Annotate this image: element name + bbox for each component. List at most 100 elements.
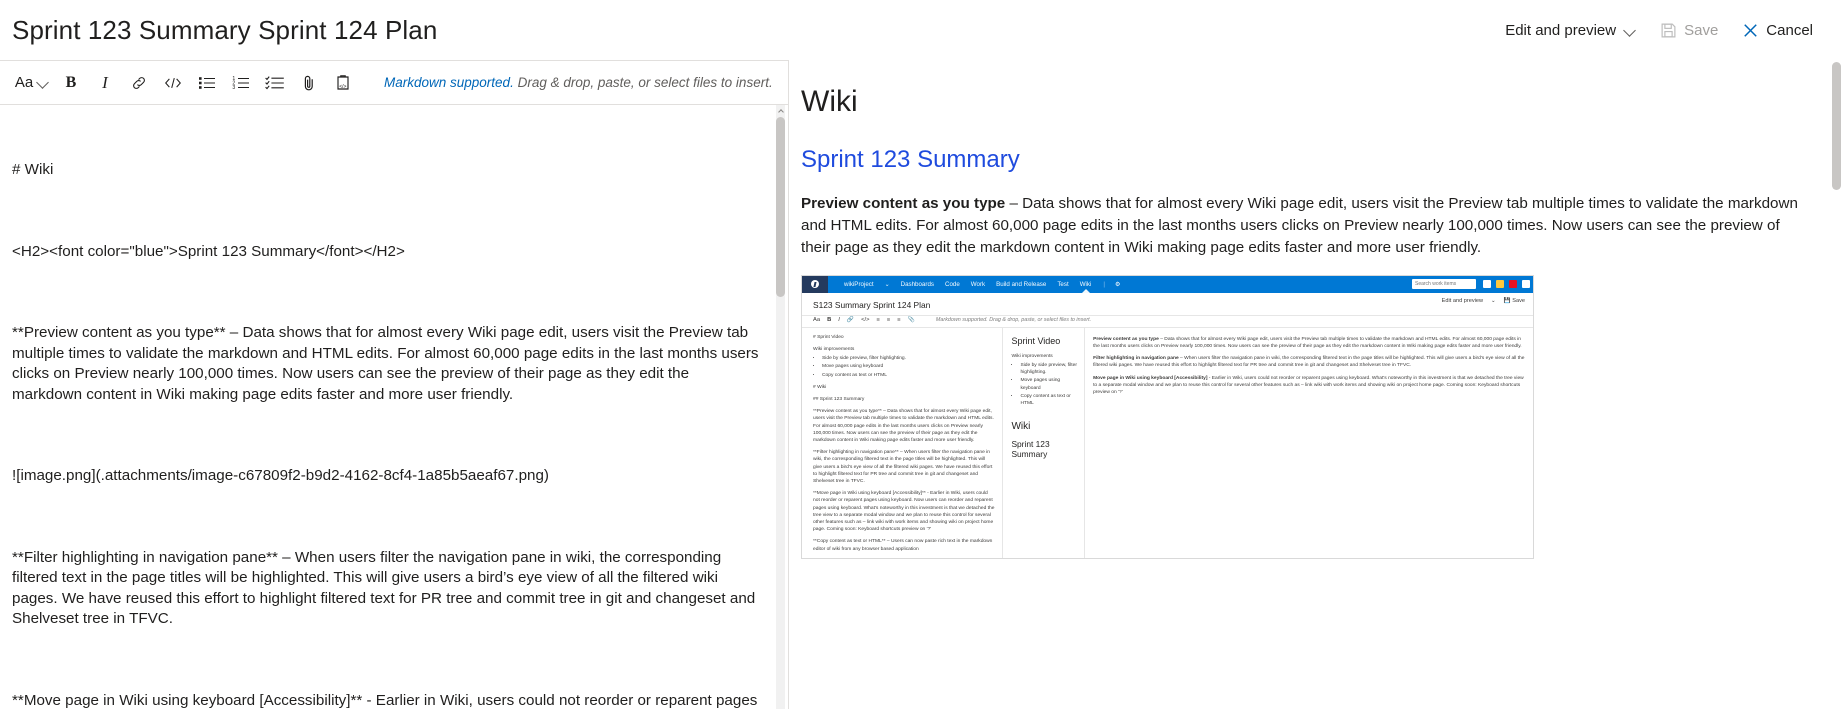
embedded-nav-test[interactable]: Test	[1057, 281, 1068, 288]
embedded-edit-and-preview[interactable]: Edit and preview	[1442, 298, 1483, 304]
help-icon[interactable]	[1509, 280, 1517, 289]
save-button[interactable]: Save	[1648, 16, 1730, 45]
embedded-attachment-icon[interactable]: 📎	[908, 317, 915, 323]
embedded-numbered-list-icon[interactable]: ≡	[887, 317, 890, 323]
embedded-bullet: Copy content as text or HTML	[822, 372, 994, 379]
checklist-icon	[265, 75, 284, 89]
embedded-search-input[interactable]: Search work items	[1412, 279, 1476, 290]
italic-button[interactable]: I	[88, 67, 122, 99]
embedded-project-name[interactable]: wikiProject	[844, 281, 874, 288]
md-line: <H2><font color="blue">Sprint 123 Summar…	[12, 242, 405, 260]
markdown-textarea[interactable]: # Wiki <H2><font color="blue">Sprint 123…	[0, 105, 788, 709]
embedded-bulleted-list-icon[interactable]: ≡	[877, 317, 880, 323]
embedded-preview-column: Preview content as you type – Data shows…	[1085, 328, 1533, 558]
scroll-up-icon[interactable]	[776, 107, 785, 116]
embedded-md-line: # Wiki	[813, 384, 827, 390]
font-size-button[interactable]: Aa	[8, 67, 54, 99]
gear-icon[interactable]: ⚙	[1115, 281, 1121, 288]
embedded-page-title: S123 Summary Sprint 124 Plan	[813, 299, 931, 310]
embedded-nav-build-and-release[interactable]: Build and Release	[996, 281, 1046, 288]
chevron-down-icon[interactable]: ⌄	[885, 281, 890, 288]
embedded-pv-paragraph: Filter highlighting in navigation pane –…	[1093, 355, 1526, 369]
embedded-nav-wiki[interactable]: Wiki	[1080, 281, 1092, 288]
embedded-nav-dashboards[interactable]: Dashboards	[901, 281, 934, 288]
editor-scrollbar[interactable]	[776, 105, 785, 709]
embedded-pv-lead: Preview content as you type	[1093, 336, 1159, 342]
embedded-markdown-column: # Sprint Video Wiki improvements Side by…	[802, 327, 1004, 558]
numbered-list-icon: 1 2 3	[232, 76, 249, 91]
numbered-list-button[interactable]: 1 2 3	[224, 67, 258, 99]
markdown-editor-pane: Aa B I 1 2 3 </> Markdown supported. Dra…	[0, 60, 789, 709]
embedded-nav-code[interactable]: Code	[945, 281, 960, 288]
bulleted-list-button[interactable]	[190, 67, 224, 99]
embedded-md-line: ## Sprint 123 Summary	[813, 397, 865, 403]
search-icon[interactable]	[1483, 280, 1491, 289]
preview-paragraph: Preview content as you type – Data shows…	[801, 193, 1803, 259]
header-actions: Edit and preview Save Cancel	[1493, 16, 1825, 45]
bold-button[interactable]: B	[54, 67, 88, 99]
markdown-hint-rest: Drag & drop, paste, or select files to i…	[513, 75, 773, 90]
embedded-nav-work[interactable]: Work	[971, 281, 985, 288]
preview-scrollbar[interactable]	[1832, 60, 1841, 709]
edit-and-preview-dropdown[interactable]: Edit and preview	[1493, 16, 1648, 45]
cancel-button[interactable]: Cancel	[1730, 16, 1825, 45]
embedded-mid-bullets: Side by side preview, filter highlightin…	[1011, 362, 1078, 407]
link-button[interactable]	[122, 67, 156, 99]
wiki-edit-page: Sprint 123 Summary Sprint 124 Plan Edit …	[0, 0, 1843, 709]
embedded-columns: # Sprint Video Wiki improvements Side by…	[802, 327, 1533, 558]
embedded-md-paragraph: **Preview content as you type** – Data s…	[813, 409, 994, 444]
chevron-down-icon	[1625, 25, 1636, 36]
svg-text:3: 3	[232, 85, 235, 91]
close-x-icon	[1742, 22, 1759, 39]
md-line: **Move page in Wiki using keyboard [Acce…	[12, 691, 758, 709]
preview-content: Wiki Sprint 123 Summary Preview content …	[789, 60, 1843, 709]
embedded-bullet: Side by side preview, filter highlightin…	[1020, 362, 1078, 376]
code-button[interactable]	[156, 67, 190, 99]
embedded-save-button[interactable]: 💾 Save	[1504, 298, 1525, 304]
chevron-down-icon	[38, 77, 47, 88]
user-avatar[interactable]	[1522, 280, 1530, 289]
markdown-supported-text: Markdown supported.	[384, 75, 514, 90]
preview-heading-2: Sprint 123 Summary	[801, 146, 1020, 173]
code-icon	[165, 77, 181, 88]
embedded-toolbar-hint: Markdown supported. Drag & drop, paste, …	[935, 316, 1092, 323]
preview-scrollbar-thumb[interactable]	[1832, 62, 1841, 190]
embedded-md-bullets: Side by side preview, filter highlightin…	[813, 355, 994, 379]
editor-scrollbar-thumb[interactable]	[776, 117, 785, 297]
embedded-pv-paragraph: Preview content as you type – Data shows…	[1093, 336, 1526, 350]
embedded-toolbar: Aa B I 🔗 </> ≡ ≡ ≡ 📎 Markdown supported.…	[802, 314, 1533, 328]
embedded-md-paragraph: **Filter highlighting in navigation pane…	[813, 450, 993, 485]
attachment-button[interactable]	[292, 67, 326, 99]
paperclip-icon	[304, 75, 313, 90]
embedded-pv-paragraph: Move page in Wiki using keyboard [Access…	[1093, 375, 1526, 397]
preview-heading-1: Wiki	[801, 85, 858, 118]
cancel-label: Cancel	[1766, 21, 1813, 39]
embedded-bullet: Move pages using keyboard	[1020, 377, 1078, 391]
save-label: Save	[1684, 21, 1719, 39]
embedded-md-line: # Sprint Video	[813, 334, 844, 340]
embedded-italic-button[interactable]: I	[838, 317, 840, 323]
notification-bell-icon[interactable]	[1496, 280, 1504, 289]
paste-html-button[interactable]: </>	[326, 67, 360, 99]
embedded-pv-lead: Filter highlighting in navigation pane	[1093, 356, 1179, 362]
preview-paragraph-lead: Preview content as you type	[801, 194, 1006, 212]
md-line: # Wiki	[12, 161, 54, 178]
md-line: **Preview content as you type** – Data s…	[12, 324, 763, 403]
chevron-down-icon[interactable]: ⌄	[1491, 298, 1496, 304]
embedded-mid-heading: Sprint Video	[1011, 335, 1061, 346]
embedded-link-icon[interactable]: 🔗	[847, 317, 854, 323]
embedded-code-icon[interactable]: </>	[861, 317, 869, 323]
embedded-bold-button[interactable]: B	[827, 317, 831, 323]
task-list-button[interactable]	[258, 67, 292, 99]
embedded-task-list-icon[interactable]: ≡	[897, 317, 900, 323]
markdown-source[interactable]: # Wiki <H2><font color="blue">Sprint 123…	[12, 119, 762, 709]
page-header: Sprint 123 Summary Sprint 124 Plan Edit …	[0, 0, 1843, 60]
embedded-nav-column: Sprint Video Wiki improvements Side by s…	[1003, 327, 1086, 558]
bulleted-list-icon	[199, 76, 215, 89]
link-icon	[133, 76, 145, 89]
embedded-header-actions: Edit and preview ⌄ 💾 Save	[1442, 298, 1525, 304]
font-size-label: Aa	[14, 74, 34, 91]
edit-and-preview-label: Edit and preview	[1505, 21, 1617, 39]
embedded-pv-lead: Move page in Wiki using keyboard [Access…	[1093, 375, 1208, 381]
embedded-font-size-button[interactable]: Aa	[813, 317, 820, 323]
